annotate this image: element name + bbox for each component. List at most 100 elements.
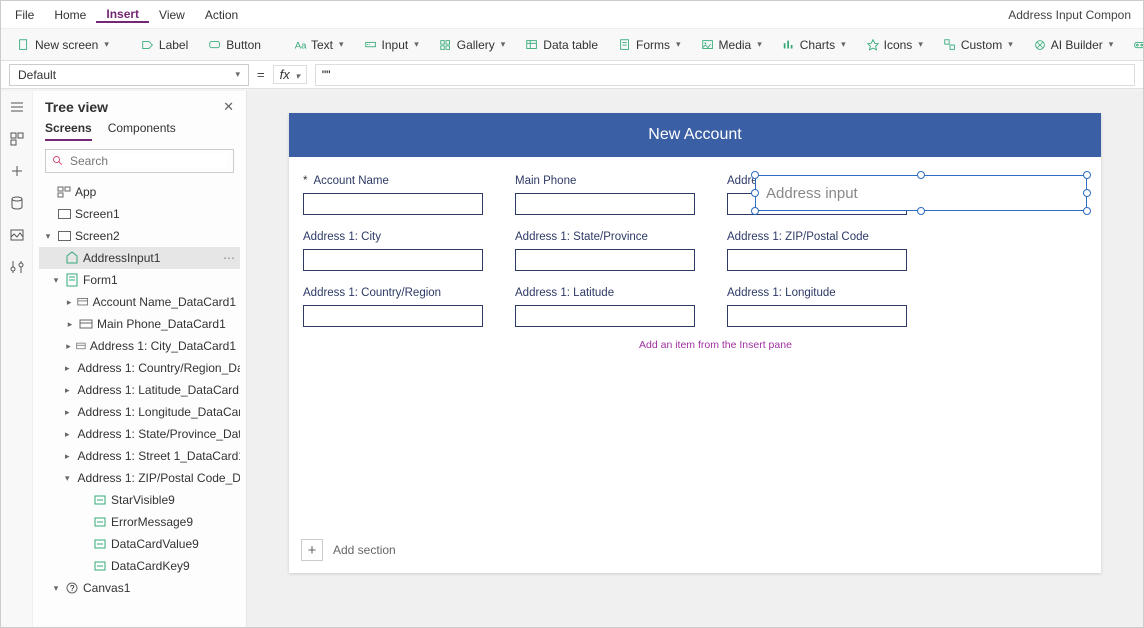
ribbon-charts[interactable]: Charts▾ [774,35,854,55]
ribbon-custom[interactable]: Custom▾ [935,35,1021,55]
expand-icon[interactable]: ▸ [65,451,70,462]
tree-node-label: Address 1: City_DataCard1 [90,339,236,353]
close-icon[interactable]: ✕ [223,99,234,115]
menu-action[interactable]: Action [195,8,248,22]
selection-handle[interactable] [1083,171,1091,179]
tree-node-addressinput1[interactable]: AddressInput1⋯ [39,247,240,269]
tab-screens[interactable]: Screens [45,121,92,141]
expand-icon[interactable]: ▸ [65,385,70,396]
plus-icon: + [301,539,323,561]
tree-node-form1[interactable]: ▾Form1 [39,269,240,291]
menu-home[interactable]: Home [44,8,96,22]
datacard-address-1-latitude[interactable]: Address 1: Latitude [515,285,695,327]
menu-view[interactable]: View [149,8,195,22]
search-input[interactable] [70,154,227,168]
ribbon-text[interactable]: AaText▾ [285,35,352,55]
ribbon-media[interactable]: Media▾ [693,35,770,55]
tree-node-datacardvalue9[interactable]: DataCardValue9 [39,533,240,555]
add-section-button[interactable]: + Add section [301,539,396,561]
tree-node-canvas1[interactable]: ▾?Canvas1 [39,577,240,599]
tree-node-app[interactable]: App [39,181,240,203]
ribbon-button[interactable]: Button [200,35,269,55]
tree-node-address-1-state-province-datacard1[interactable]: ▸Address 1: State/Province_DataCard1 [39,423,240,445]
expand-icon[interactable]: ▸ [65,363,70,374]
addr-icon [65,251,79,265]
tree-node-datacardkey9[interactable]: DataCardKey9 [39,555,240,577]
tree-node-starvisible9[interactable]: StarVisible9 [39,489,240,511]
expand-icon[interactable]: ▾ [43,231,53,242]
datacard-address-1-longitude[interactable]: Address 1: Longitude [727,285,907,327]
expand-icon[interactable]: ▾ [65,473,70,484]
ribbon-gallery[interactable]: Gallery▾ [431,35,514,55]
selection-handle[interactable] [751,189,759,197]
tree-node-address-1-longitude-datacard1[interactable]: ▸Address 1: Longitude_DataCard1 [39,401,240,423]
custom-icon [943,38,957,52]
selection-handle[interactable] [1083,207,1091,215]
selection-handle[interactable] [751,171,759,179]
tree-node-screen2[interactable]: ▾Screen2 [39,225,240,247]
datacard-address-1-state-province[interactable]: Address 1: State/Province [515,229,695,271]
menu-file[interactable]: File [5,8,44,22]
ribbon-data-table[interactable]: Data table [517,35,606,55]
ribbon-ai-builder[interactable]: AI Builder▾ [1025,35,1122,55]
tree-node-label: DataCardKey9 [111,559,190,573]
selection-handle[interactable] [1083,189,1091,197]
tree-node-account-name-datacard1[interactable]: ▸Account Name_DataCard1 [39,291,240,313]
ribbon-label[interactable]: Label [133,35,196,55]
expand-icon[interactable]: ▸ [65,429,70,440]
tree-node-main-phone-datacard1[interactable]: ▸Main Phone_DataCard1 [39,313,240,335]
tree-node-address-1-zip-postal-code-datacard1[interactable]: ▾Address 1: ZIP/Postal Code_DataCard1 [39,467,240,489]
expand-icon[interactable]: ▸ [65,341,72,352]
datacard-input[interactable] [303,249,483,271]
datacard-input[interactable] [727,305,907,327]
fx-button[interactable]: fx ▾ [273,65,307,84]
datacard-input[interactable] [515,193,695,215]
formula-input[interactable] [315,64,1135,86]
tools-icon[interactable] [9,259,25,275]
expand-icon[interactable]: ▸ [65,297,73,308]
tree-node-errormessage9[interactable]: ErrorMessage9 [39,511,240,533]
datacard-main-phone[interactable]: Main Phone [515,173,695,215]
app-canvas[interactable]: New Account *Account NameMain PhoneAddre… [289,113,1101,573]
tree-node-address-1-city-datacard1[interactable]: ▸ Address 1: City_DataCard1 [39,335,240,357]
datacard-input[interactable] [515,249,695,271]
datacard-input[interactable] [303,305,483,327]
selection-handle[interactable] [917,207,925,215]
data-icon[interactable] [9,195,25,211]
datacard-address-1-zip-postal-code[interactable]: Address 1: ZIP/Postal Code [727,229,907,271]
datacard-input[interactable] [303,193,483,215]
media-pane-icon[interactable] [9,227,25,243]
tree-view-icon[interactable] [9,131,25,147]
tree-search[interactable] [45,149,234,173]
selection-handle[interactable] [917,171,925,179]
tree-node-address-1-latitude-datacard1[interactable]: ▸Address 1: Latitude_DataCard1 [39,379,240,401]
ribbon-icons[interactable]: Icons▾ [858,35,931,55]
datacard-account-name[interactable]: *Account Name [303,173,483,215]
ribbon-input[interactable]: Input▾ [356,35,427,55]
datacard-input[interactable] [515,305,695,327]
expand-icon[interactable]: ▾ [51,275,61,286]
datacard-input[interactable] [727,249,907,271]
ribbon-forms[interactable]: Forms▾ [610,35,689,55]
tree-node-address-1-country-region-datacard1[interactable]: ▸Address 1: Country/Region_DataCard1 [39,357,240,379]
insert-hint: Add an item from the Insert pane [639,339,792,351]
hamburger-icon[interactable] [9,99,25,115]
equals-label: = [257,67,265,82]
datacard-address-1-country-region[interactable]: Address 1: Country/Region [303,285,483,327]
datacard-label: Address 1: Latitude [515,285,695,301]
address-input-component[interactable]: Address input [755,175,1087,211]
ribbon-mixed-reality[interactable]: Mixed Reality▾ [1125,35,1143,55]
expand-icon[interactable]: ▸ [65,319,75,330]
ribbon-new-screen[interactable]: New screen▾ [9,35,117,55]
datacard-address-1-city[interactable]: Address 1: City [303,229,483,271]
expand-icon[interactable]: ▾ [51,583,61,594]
selection-handle[interactable] [751,207,759,215]
menu-insert[interactable]: Insert [96,7,149,23]
expand-icon[interactable]: ▸ [65,407,70,418]
insert-icon[interactable] [9,163,25,179]
tab-components[interactable]: Components [108,121,176,141]
tree-node-address-1-street-1-datacard1[interactable]: ▸Address 1: Street 1_DataCard1 [39,445,240,467]
more-icon[interactable]: ⋯ [223,251,236,265]
tree-node-screen1[interactable]: Screen1 [39,203,240,225]
property-dropdown[interactable]: Default ▾ [9,64,249,86]
